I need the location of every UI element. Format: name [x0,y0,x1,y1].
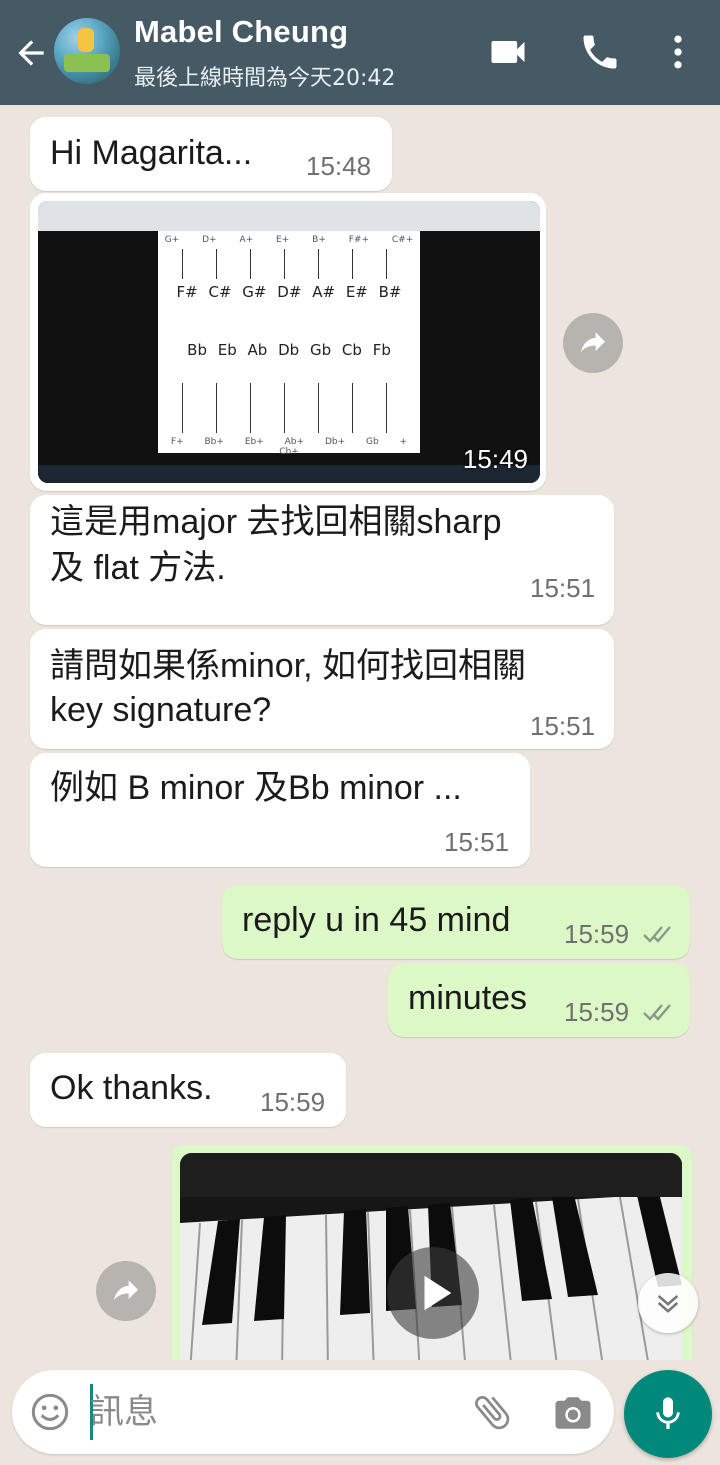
play-button[interactable] [387,1247,479,1339]
scroll-down-button[interactable] [638,1273,698,1333]
phone-icon[interactable] [578,30,622,74]
message-bubble-outgoing[interactable]: reply u in 45 mind 15:59 [222,885,690,959]
key-signature-sheet: G+ D+ A+ E+ B+ F#+ C#+ F# C# G# D# A# E#… [158,231,420,457]
back-arrow-icon[interactable] [12,34,50,72]
forward-icon [581,332,605,353]
double-check-icon [643,926,671,943]
chat-area[interactable]: Hi Magarita... 15:48 G+ D+ A+ E+ B+ F#+ … [0,105,720,1360]
message-text: Hi Magarita... [50,134,253,172]
message-time: 15:59 [260,1087,326,1117]
camera-icon[interactable] [552,1392,594,1434]
message-time: 15:48 [306,151,372,181]
message-time: 15:49 [462,444,528,474]
video-call-icon[interactable] [486,30,530,74]
avatar[interactable] [54,18,120,84]
scroll-down-icon [657,1295,679,1313]
more-vert-icon[interactable] [656,30,700,74]
double-check-icon [643,1004,671,1021]
message-text-line-2: 及 flat 方法. [50,549,226,587]
message-bubble[interactable]: 請問如果係minor, 如何找回相關 key signature? 15:51 [30,629,614,749]
message-time: 15:59 [564,997,630,1027]
message-time: 15:51 [530,711,596,741]
browser-tab-bar [38,201,540,231]
emoji-icon[interactable] [30,1392,70,1432]
sheet-flat-bottom-row: F+ Bb+ Eb+ Ab+ Db+ Gb + Cb+ [170,437,408,457]
message-time: 15:51 [530,573,596,603]
mic-icon [656,1397,680,1429]
message-text-line-1: 請問如果係minor, 如何找回相關 [50,647,527,685]
message-text: minutes [408,979,528,1017]
message-composer [12,1370,614,1454]
message-bubble[interactable]: Ok thanks. 15:59 [30,1053,346,1127]
sheet-sharp-top-row: G+ D+ A+ E+ B+ F#+ C#+ [164,235,414,245]
message-bubble-outgoing[interactable]: minutes 15:59 [388,963,690,1037]
message-bubble[interactable]: 例如 B minor 及Bb minor ... 15:51 [30,753,530,867]
forward-button[interactable] [563,313,623,373]
message-text: Ok thanks. [50,1069,213,1107]
play-icon [424,1275,452,1311]
message-input[interactable] [90,1382,450,1442]
sheet-flat-row: Bb Eb Ab Db Gb Cb Fb [187,341,391,359]
message-text: reply u in 45 mind [242,901,511,939]
message-time: 15:51 [444,827,510,857]
shared-image-screenshot[interactable]: G+ D+ A+ E+ B+ F#+ C#+ F# C# G# D# A# E#… [38,201,540,483]
chat-header: Mabel Cheung 最後上線時間為今天20:42 [0,0,720,105]
sheet-sharp-row: F# C# G# D# A# E# B# [176,283,402,301]
attach-icon[interactable] [470,1390,514,1434]
contact-name[interactable]: Mabel Cheung [134,14,348,50]
last-seen-status: 最後上線時間為今天20:42 [134,66,396,91]
forward-icon [114,1280,138,1301]
voice-record-button[interactable] [624,1370,712,1458]
forward-button[interactable] [96,1261,156,1321]
message-bubble[interactable]: Hi Magarita... 15:48 [30,117,392,191]
message-bubble[interactable]: 這是用major 去找回相關sharp 及 flat 方法. 15:51 [30,495,614,625]
message-time: 15:59 [564,919,630,949]
message-text-line-2: key signature? [50,691,272,729]
message-text: 例如 B minor 及Bb minor ... [50,769,462,807]
message-text-line-1: 這是用major 去找回相關sharp [50,503,502,541]
